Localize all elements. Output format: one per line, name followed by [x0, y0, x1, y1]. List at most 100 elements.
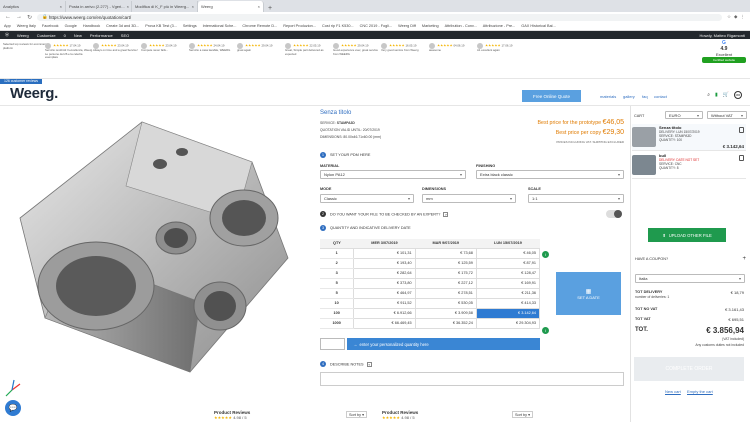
- help-icon[interactable]: ?: [367, 362, 372, 367]
- close-icon[interactable]: ×: [60, 4, 62, 9]
- bookmark-item[interactable]: Settings: [183, 24, 197, 28]
- bookmark-item[interactable]: Marketing: [422, 24, 439, 28]
- price-cell[interactable]: € 125,59: [415, 258, 476, 268]
- help-icon[interactable]: ?: [443, 212, 448, 217]
- material-select[interactable]: Nylon PA12▾: [320, 170, 466, 179]
- bookmark-item[interactable]: GAX Historical Bal...: [521, 24, 555, 28]
- price-cell[interactable]: € 101,31: [354, 248, 415, 258]
- custom-quantity-bar[interactable]: → enter your personalized quantity here: [347, 338, 540, 350]
- bookmark-item[interactable]: Report Produzion...: [283, 24, 316, 28]
- price-cell[interactable]: € 282,64: [354, 268, 415, 278]
- close-icon[interactable]: ×: [258, 4, 260, 9]
- price-cell[interactable]: € 464,97: [354, 288, 415, 298]
- cart-icon[interactable]: 🛒: [723, 92, 729, 98]
- wp-performance-link[interactable]: Performance: [90, 33, 113, 38]
- new-tab-icon[interactable]: +: [264, 5, 272, 12]
- price-cell[interactable]: € 373,80: [354, 278, 415, 288]
- review-card[interactable]: ★★★★★ 29.04.19Good experience ever, grea…: [333, 43, 383, 56]
- menu-icon[interactable]: ⋮: [741, 14, 746, 20]
- user-avatar-icon[interactable]: MR: [734, 91, 742, 99]
- review-card[interactable]: ★★★★★ 17.06.19A1 excellent again: [477, 43, 527, 53]
- google-rating-widget[interactable]: G 4.9 Excellent Certified website: [702, 40, 746, 64]
- vat-select[interactable]: Without VAT▾: [707, 111, 747, 119]
- weerg-logo[interactable]: Weerg.: [10, 85, 58, 102]
- price-cell[interactable]: € 211,36: [476, 288, 539, 298]
- trash-icon[interactable]: [739, 127, 744, 133]
- bookmark-item[interactable]: Google: [65, 24, 77, 28]
- wp-greeting[interactable]: Howdy, Matteo Rigamonti: [700, 33, 750, 38]
- custom-quantity-input[interactable]: [320, 338, 345, 350]
- part-title[interactable]: Senza titolo: [320, 110, 351, 116]
- price-cell[interactable]: € 46,05: [476, 248, 539, 258]
- bookmark-item[interactable]: App: [4, 24, 11, 28]
- price-cell[interactable]: € 227,12: [415, 278, 476, 288]
- bookmark-item[interactable]: CNC 2019 - Fogli...: [360, 24, 393, 28]
- price-cell[interactable]: € 6.912,66: [354, 308, 415, 318]
- sort-by-select[interactable]: Sort by ▾: [346, 411, 367, 418]
- bookmark-item[interactable]: Weerg Italy: [17, 24, 36, 28]
- cart-item[interactable]: Senza titolo DELIVERY: LUN 15/07/2019 SE…: [632, 124, 746, 151]
- close-icon[interactable]: ×: [192, 4, 194, 9]
- wp-new-link[interactable]: New: [74, 33, 82, 38]
- bookmark-item[interactable]: Prova KB Test (3...: [145, 24, 177, 28]
- price-cell[interactable]: € 36.352,24: [415, 318, 476, 328]
- plus-icon[interactable]: +: [742, 256, 746, 262]
- price-cell[interactable]: € 29.304,93: [476, 318, 539, 328]
- browser-tab[interactable]: Modifica di K_F più in Weerg...×: [132, 1, 198, 12]
- reload-icon[interactable]: ↻: [27, 14, 32, 21]
- bookmark-item[interactable]: Attribuzione - Pre...: [483, 24, 516, 28]
- bookmark-item[interactable]: Cost rip F1 K530...: [322, 24, 354, 28]
- price-cell[interactable]: € 3.142,64: [476, 308, 539, 318]
- close-icon[interactable]: ×: [127, 4, 129, 9]
- back-icon[interactable]: ←: [5, 14, 11, 21]
- browser-tab[interactable]: Analytics×: [0, 1, 66, 12]
- bookmark-item[interactable]: Chrome Remote D...: [242, 24, 277, 28]
- 3d-viewer[interactable]: [0, 106, 314, 422]
- currency-select[interactable]: EURO▾: [665, 111, 703, 119]
- expert-check-toggle[interactable]: [606, 210, 622, 218]
- price-cell[interactable]: € 169,91: [476, 278, 539, 288]
- price-cell[interactable]: € 128,47: [476, 268, 539, 278]
- flag-icon[interactable]: ▮: [715, 92, 718, 98]
- price-cell[interactable]: € 414,33: [476, 298, 539, 308]
- wp-logo-icon[interactable]: Ⓦ: [5, 32, 9, 38]
- review-card[interactable]: ★★★★★ 16.05.19Very good service from Wee…: [381, 43, 431, 53]
- finishing-select[interactable]: Extra black classic▾: [476, 170, 624, 179]
- bookmark-item[interactable]: Attribution - Conv...: [445, 24, 477, 28]
- review-card[interactable]: ★★★★★ 29.04.19great again: [237, 43, 287, 53]
- bookmark-item[interactable]: Handbook: [83, 24, 100, 28]
- review-card[interactable]: ★★★★★ 23.04.19Compete never fails...: [141, 43, 191, 53]
- price-cell[interactable]: € 278,51: [415, 288, 476, 298]
- url-field[interactable]: 🔒 https://www.weerg.com/en/quotation/car…: [37, 14, 722, 21]
- set-date-button[interactable]: ▦SET A DATE: [556, 272, 621, 315]
- upload-file-button[interactable]: ⬆UPLOAD OTHER FILE: [648, 228, 726, 242]
- bookmark-item[interactable]: Weerg Diff: [398, 24, 416, 28]
- review-card[interactable]: ★★★★★ 22.05.19Great, Simple part deliver…: [285, 43, 335, 56]
- free-quote-button[interactable]: Free Online Quote: [522, 90, 581, 102]
- price-cell[interactable]: € 87,91: [476, 258, 539, 268]
- forward-icon[interactable]: →: [16, 14, 22, 21]
- review-card[interactable]: ★★★★★ 04.06.19awesome: [429, 43, 479, 53]
- wp-comments-count[interactable]: 0: [64, 33, 66, 38]
- scale-select[interactable]: 1:1▾: [528, 194, 624, 203]
- notes-textarea[interactable]: [320, 372, 624, 386]
- extension-icon[interactable]: ◆: [734, 14, 737, 20]
- empty-cart-link[interactable]: Empty the cart: [687, 389, 713, 394]
- nav-faq[interactable]: faq: [642, 94, 648, 99]
- review-card[interactable]: ★★★★★ 23.04.19Always on time and a great…: [93, 43, 143, 53]
- price-cell[interactable]: € 73,68: [415, 248, 476, 258]
- coupon-label[interactable]: HAVE A COUPON?: [635, 257, 668, 261]
- trash-icon[interactable]: [739, 155, 744, 161]
- wp-seo-link[interactable]: SEO: [121, 33, 129, 38]
- review-card[interactable]: ★★★★★ 24.04.19Servizio a casa lavabile, …: [189, 43, 239, 53]
- cart-item[interactable]: bull DELIVERY: DATE NOT SET SERVICE: CNC…: [632, 152, 746, 179]
- info-icon[interactable]: i: [542, 327, 549, 334]
- nav-gallery[interactable]: gallery: [623, 94, 635, 99]
- bookmark-item[interactable]: Create 3d and 3D...: [106, 24, 139, 28]
- price-cell[interactable]: € 3.909,58: [415, 308, 476, 318]
- nav-materials[interactable]: materials: [600, 94, 616, 99]
- price-cell[interactable]: € 175,72: [415, 268, 476, 278]
- bookmark-item[interactable]: Facebook: [42, 24, 59, 28]
- price-cell[interactable]: € 193,40: [354, 258, 415, 268]
- wp-site-link[interactable]: Weerg: [17, 33, 29, 38]
